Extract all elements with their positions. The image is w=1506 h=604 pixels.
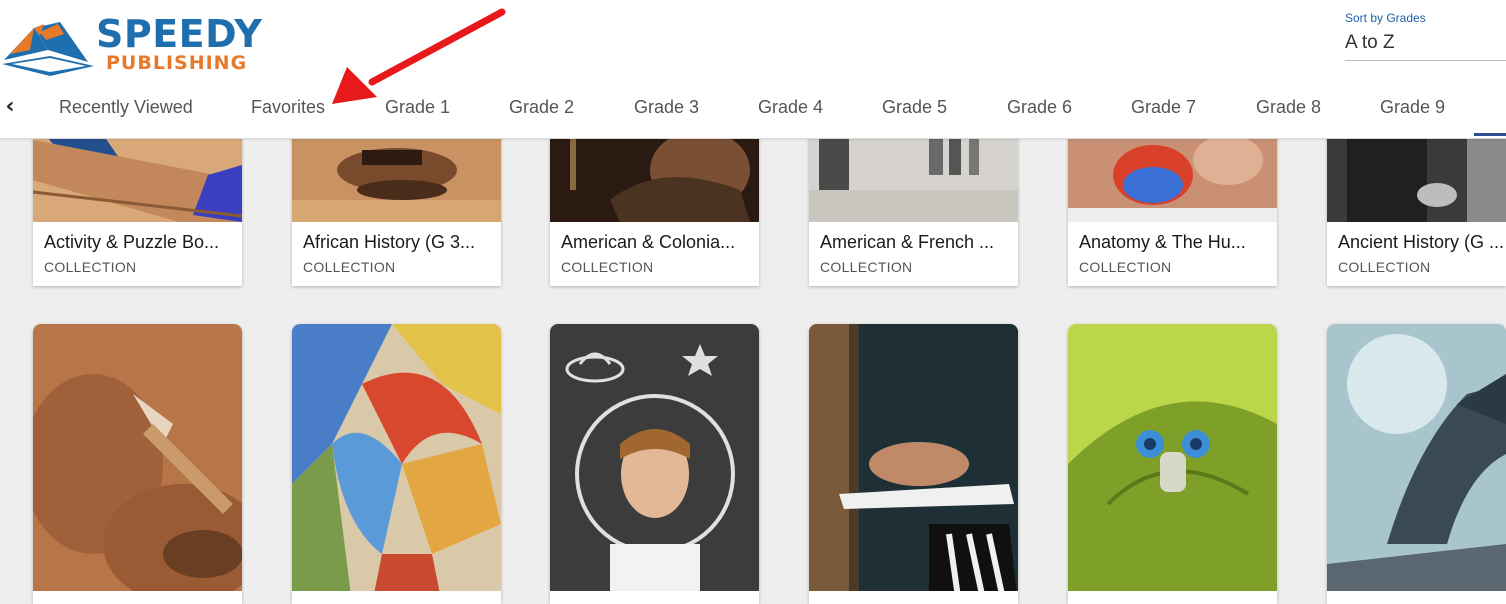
collection-card[interactable]: Anatomy & The Hu... COLLECTION: [1068, 120, 1277, 286]
speedy-publishing-logo[interactable]: SPEEDY PUBLISHING: [0, 6, 280, 78]
top-bar: SPEEDY PUBLISHING Sort by Grades A to Z …: [0, 0, 1506, 139]
collection-tile[interactable]: [550, 324, 759, 604]
collection-tile[interactable]: [1068, 324, 1277, 604]
tab-grade-8[interactable]: Grade 8: [1256, 97, 1321, 118]
logo-subtitle: PUBLISHING: [106, 52, 248, 74]
tile-caption-bar: [33, 591, 242, 604]
card-title: Ancient History (G ...: [1338, 232, 1505, 252]
tile-caption-bar: [809, 591, 1018, 604]
collection-card[interactable]: American & French ... COLLECTION: [809, 120, 1018, 286]
collection-card[interactable]: American & Colonia... COLLECTION: [550, 120, 759, 286]
chevron-left-icon[interactable]: ‹: [0, 96, 20, 120]
card-type: COLLECTION: [1338, 259, 1431, 275]
category-tabs: ‹ Recently Viewed Favorites Grade 1 Grad…: [0, 88, 1506, 138]
tile-image: [809, 324, 1018, 604]
logo-title: SPEEDY: [96, 12, 263, 56]
tab-grade-4[interactable]: Grade 4: [758, 97, 823, 118]
collection-card[interactable]: Activity & Puzzle Bo... COLLECTION: [33, 120, 242, 286]
tile-image: [292, 324, 501, 604]
card-title: American & Colonia...: [561, 232, 736, 252]
tab-grade-6[interactable]: Grade 6: [1007, 97, 1072, 118]
tile-image: [33, 324, 242, 604]
card-title: Anatomy & The Hu...: [1079, 232, 1246, 252]
collection-tile[interactable]: [33, 324, 242, 604]
collection-tile[interactable]: [809, 324, 1018, 604]
sort-dropdown[interactable]: Sort by Grades A to Z: [1345, 10, 1506, 61]
tile-image: [1068, 324, 1277, 604]
tile-caption-bar: [1068, 591, 1277, 604]
tile-caption-bar: [550, 591, 759, 604]
tab-grade-5[interactable]: Grade 5: [882, 97, 947, 118]
tab-grade-7[interactable]: Grade 7: [1131, 97, 1196, 118]
card-title: African History (G 3...: [303, 232, 476, 252]
book-logo-icon: [2, 22, 94, 76]
tab-grade-3[interactable]: Grade 3: [634, 97, 699, 118]
card-title: American & French ...: [820, 232, 995, 252]
card-type: COLLECTION: [44, 259, 137, 275]
collection-card[interactable]: Ancient History (G ... COLLECTION: [1327, 120, 1506, 286]
tile-image: [550, 324, 759, 604]
collection-tile[interactable]: [292, 324, 501, 604]
tab-grade-2[interactable]: Grade 2: [509, 97, 574, 118]
card-title: Activity & Puzzle Bo...: [44, 232, 220, 252]
tile-caption-bar: [1327, 591, 1506, 604]
card-type: COLLECTION: [1079, 259, 1172, 275]
card-type: COLLECTION: [303, 259, 396, 275]
card-type: COLLECTION: [561, 259, 654, 275]
active-tab-indicator: [1474, 133, 1506, 136]
collection-card[interactable]: African History (G 3... COLLECTION: [292, 120, 501, 286]
tile-caption-bar: [292, 591, 501, 604]
card-type: COLLECTION: [820, 259, 913, 275]
tab-grade-9[interactable]: Grade 9: [1380, 97, 1445, 118]
collection-tile[interactable]: [1327, 324, 1506, 604]
sort-label: Sort by Grades: [1345, 11, 1426, 25]
tile-image: [1327, 324, 1506, 604]
tab-favorites[interactable]: Favorites: [251, 97, 325, 118]
tab-grade-1[interactable]: Grade 1: [385, 97, 450, 118]
tab-recently-viewed[interactable]: Recently Viewed: [59, 97, 193, 118]
sort-value: A to Z: [1345, 32, 1395, 53]
